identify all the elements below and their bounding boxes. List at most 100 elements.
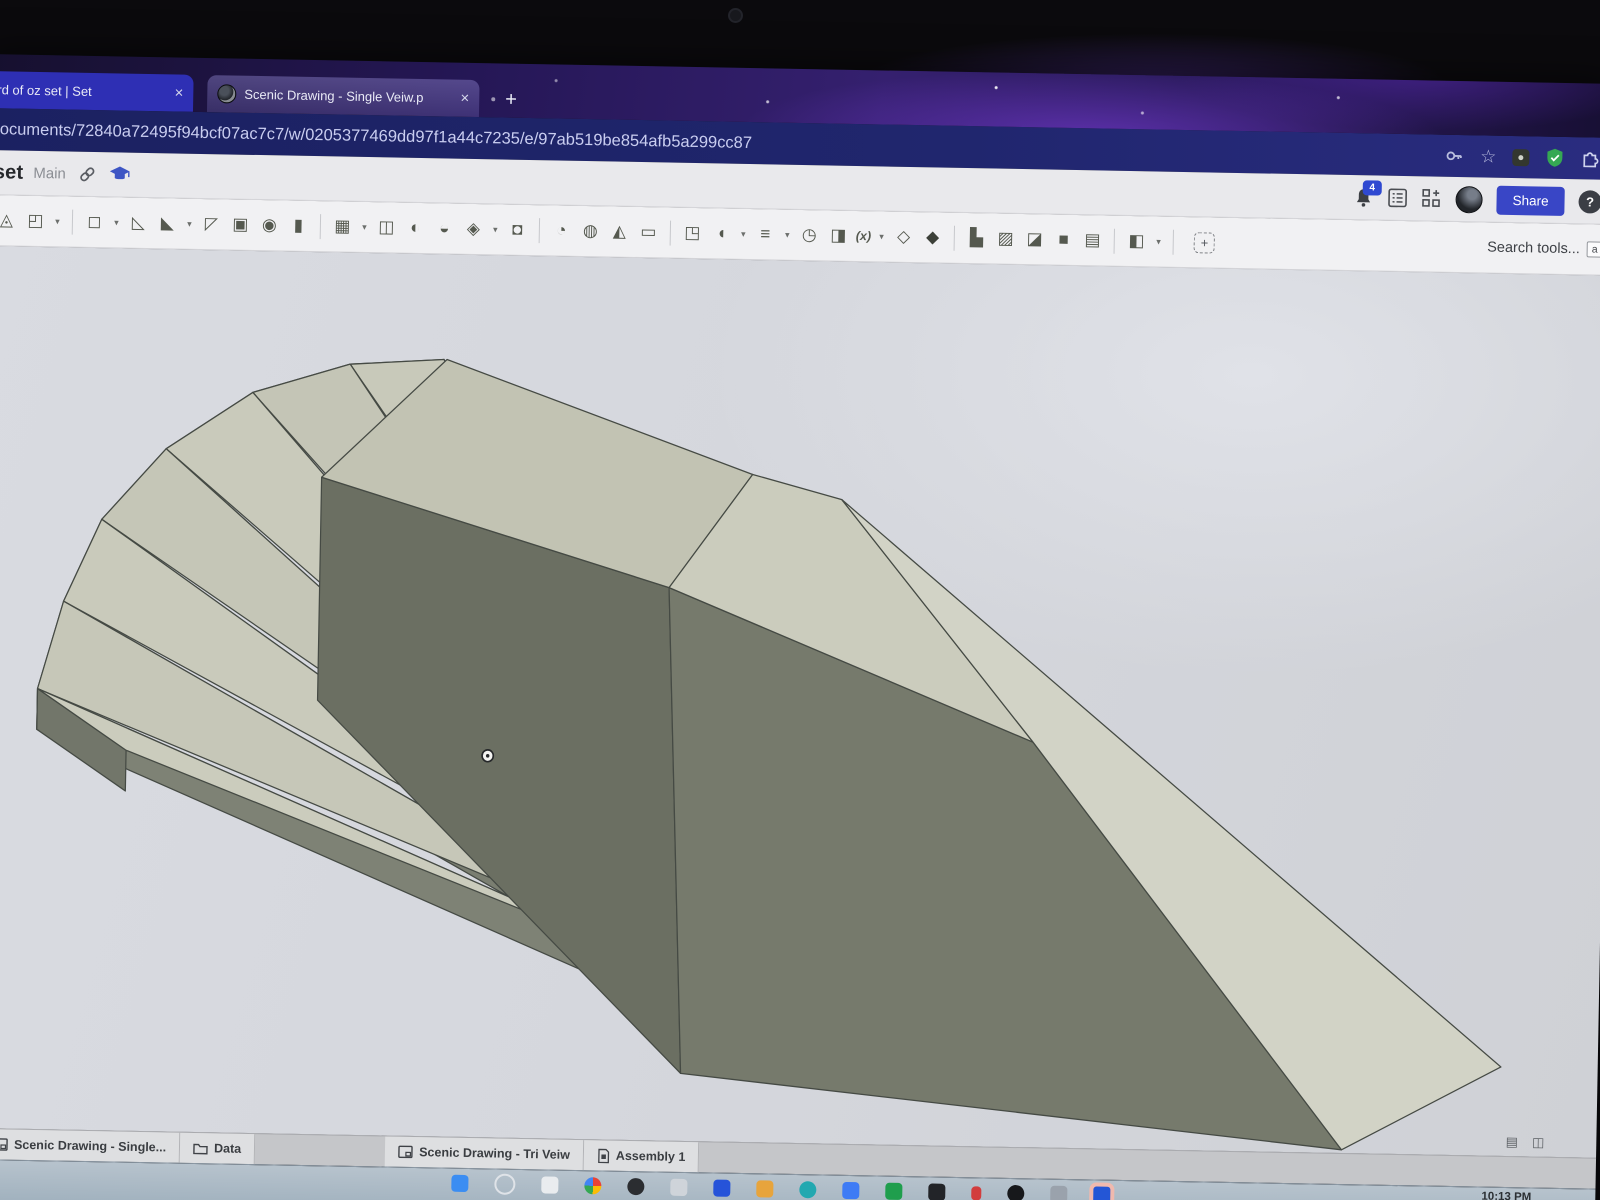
part-icon[interactable]: ▙	[963, 224, 990, 251]
browser-tab-scenic-drawing[interactable]: Scenic Drawing - Single Veiw.p ×	[206, 75, 480, 118]
taskbar-app-icon[interactable]	[884, 1182, 902, 1200]
tab-data-folder[interactable]: Data	[179, 1132, 256, 1165]
transform-dropdown-icon[interactable]: ▾	[489, 216, 502, 243]
tab-scenic-drawing-single[interactable]: Scenic Drawing - Single...	[0, 1129, 181, 1163]
search-tools-container: Search tools... a	[1487, 240, 1600, 258]
fillet-icon[interactable]: ◻	[81, 208, 108, 235]
taskbar-app-icon[interactable]	[841, 1181, 859, 1200]
shell-icon[interactable]: ▣	[227, 211, 254, 238]
taskbar-chrome-icon[interactable]	[583, 1177, 602, 1195]
transform-icon[interactable]: ◈	[460, 215, 487, 242]
taskbar-app-icon[interactable]	[798, 1181, 816, 1199]
pattern-icon[interactable]: ▦	[329, 213, 356, 240]
delete-face-icon[interactable]: ◍	[577, 217, 604, 244]
import-icon[interactable]: ◨	[825, 222, 852, 249]
boolean-icon[interactable]: ◐	[402, 214, 429, 241]
clock: 10:13 PM	[1481, 1190, 1532, 1200]
enclose-icon[interactable]: ▭	[635, 218, 662, 245]
thread-icon[interactable]: ▮	[285, 212, 312, 239]
helix-icon[interactable]: ◷	[796, 221, 823, 248]
split-icon[interactable]: ◒	[431, 215, 458, 242]
adblock-shield-icon[interactable]	[1545, 148, 1564, 168]
appearance-icon[interactable]: ◧	[1123, 227, 1150, 254]
notifications-bell-icon[interactable]: 4	[1353, 179, 1382, 208]
tab-label: Data	[213, 1141, 242, 1156]
taskbar-app-icon[interactable]	[970, 1185, 981, 1200]
variables-icon[interactable]: (x)	[854, 222, 874, 249]
taskbar-app-icon[interactable]	[540, 1176, 559, 1194]
mirror-icon[interactable]: ◫	[373, 214, 400, 241]
draft-icon[interactable]: ◣	[154, 210, 181, 237]
rib-icon[interactable]: ◸	[198, 210, 225, 237]
extensions-puzzle-icon[interactable]	[1580, 148, 1600, 168]
tab-assembly-1[interactable]: Assembly 1	[583, 1140, 700, 1173]
thicken-icon[interactable]: ◭	[606, 218, 633, 245]
tab-title: rd of oz set | Set	[0, 82, 92, 99]
bookmark-star-icon[interactable]: ☆	[1480, 146, 1497, 166]
taskbar-app-icon[interactable]	[626, 1177, 645, 1196]
learning-center-icon[interactable]	[109, 165, 131, 183]
feature-list-icon[interactable]	[1387, 188, 1407, 208]
toolbar-divider	[538, 217, 541, 243]
variables-dropdown-icon[interactable]: ▾	[875, 223, 888, 250]
notification-count-badge: 4	[1362, 179, 1382, 196]
move-face-icon[interactable]: ◔	[548, 217, 575, 244]
sweep-dropdown-icon[interactable]: ▾	[737, 220, 750, 247]
extrude-dropdown-icon[interactable]: ▾	[51, 208, 64, 235]
fillet-dropdown-icon[interactable]: ▾	[110, 209, 123, 236]
delete-part-icon[interactable]: ◘	[504, 216, 531, 243]
zoom-to-fit-icon[interactable]: +	[1193, 231, 1216, 254]
close-tab-icon[interactable]: ×	[460, 90, 469, 107]
bom-icon[interactable]: ▤	[1079, 227, 1106, 254]
delete-body-icon[interactable]: ▨	[992, 225, 1019, 252]
taskbar-search-icon[interactable]	[493, 1173, 516, 1195]
extrude-icon[interactable]: ◰	[22, 207, 49, 234]
sweep-icon[interactable]: ◖	[708, 220, 735, 247]
share-link-icon[interactable]	[78, 164, 97, 183]
draft-dropdown-icon[interactable]: ▾	[183, 210, 196, 237]
new-tab-button[interactable]: +	[505, 89, 517, 111]
chamfer-icon[interactable]: ◺	[125, 209, 152, 236]
tab-scenic-drawing-tri-view[interactable]: Scenic Drawing - Tri Veiw	[384, 1136, 585, 1171]
webcam	[728, 8, 743, 23]
model-viewport[interactable]: ▤ ◫	[0, 245, 1600, 1158]
section-view-icon[interactable]: ◪	[1021, 226, 1048, 253]
tab-title: Scenic Drawing - Single Veiw.p	[244, 86, 424, 106]
workspace-name[interactable]: Main	[33, 164, 66, 182]
address-bar-icons: ☆	[1424, 145, 1600, 168]
viewport-corner-icons: ▤ ◫	[1506, 1134, 1545, 1151]
print-icon[interactable]: ▤	[1506, 1134, 1519, 1150]
taskbar-app-icon[interactable]	[1049, 1185, 1067, 1200]
tab-strip-dot	[491, 97, 496, 102]
taskbar-app-icon[interactable]	[712, 1179, 730, 1197]
appearance-dropdown-icon[interactable]: ▾	[1152, 228, 1165, 255]
toolbar-divider	[953, 225, 956, 251]
spline-dropdown-icon[interactable]: ▾	[781, 221, 794, 248]
hole-icon[interactable]: ◉	[256, 211, 283, 238]
pattern-dropdown-icon[interactable]: ▾	[358, 213, 371, 240]
spline-icon[interactable]: ≡	[752, 221, 779, 248]
taskbar-app-icon[interactable]	[1006, 1184, 1024, 1200]
password-key-icon[interactable]	[1444, 146, 1464, 166]
apps-grid-icon[interactable]	[1421, 188, 1441, 208]
solid-body-icon[interactable]: ■	[1050, 226, 1077, 253]
search-tools-input[interactable]: Search tools...	[1487, 240, 1580, 258]
user-avatar[interactable]	[1455, 185, 1483, 213]
tag-icon[interactable]: ◆	[919, 224, 946, 251]
close-tab-icon[interactable]: ×	[174, 84, 183, 101]
loft-icon[interactable]: ◬	[0, 207, 20, 234]
taskbar-folder-icon[interactable]	[755, 1180, 773, 1198]
tab-label: Scenic Drawing - Tri Veiw	[419, 1145, 571, 1162]
taskbar-start-icon[interactable]	[450, 1174, 469, 1193]
plane-icon[interactable]: ◳	[679, 219, 706, 246]
screenshot-extension-icon[interactable]	[1512, 148, 1530, 166]
taskbar-app-icon[interactable]	[927, 1183, 945, 1200]
panel-icon[interactable]: ◫	[1532, 1135, 1545, 1151]
browser-tab-wizard-of-oz-set[interactable]: rd of oz set | Set ×	[0, 71, 194, 112]
help-icon[interactable]: ?	[1578, 189, 1600, 214]
taskbar-app-icon[interactable]	[669, 1178, 688, 1197]
assembly-context-icon[interactable]: ◇	[890, 223, 917, 250]
share-button[interactable]: Share	[1496, 185, 1565, 216]
taskbar-active-app-icon[interactable]	[1092, 1186, 1110, 1200]
toolbar-divider	[1113, 228, 1116, 254]
